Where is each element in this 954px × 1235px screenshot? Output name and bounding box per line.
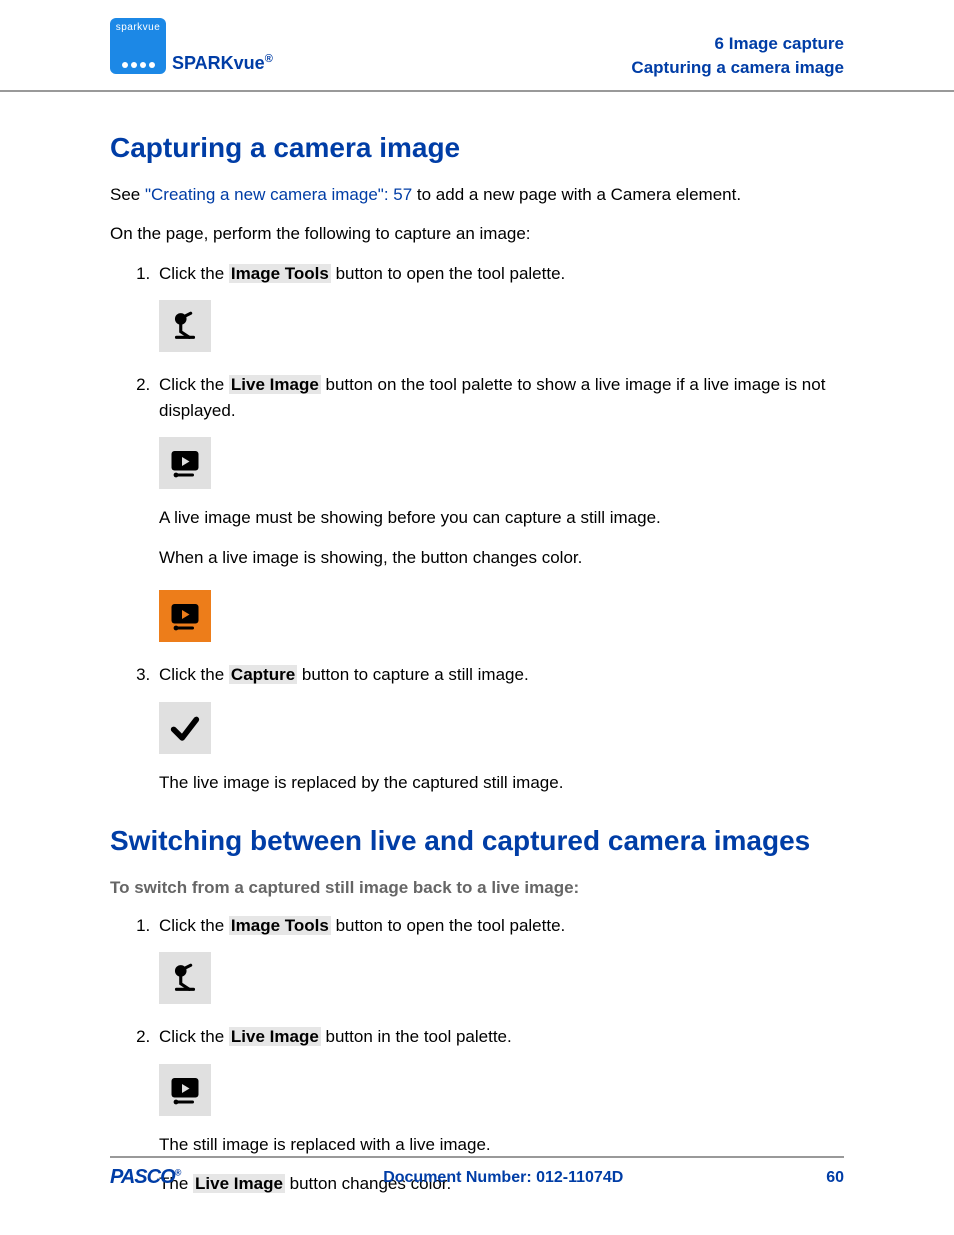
image-tools-label: Image Tools <box>229 264 331 283</box>
text: Click the <box>159 264 229 283</box>
section1-intro: See "Creating a new camera image": 57 to… <box>110 182 844 208</box>
document-page: sparkvue SPARKvue® 6 Image capture Captu… <box>0 0 954 1235</box>
step-3: Click the Capture button to capture a st… <box>155 662 844 795</box>
logo-text: sparkvue <box>110 22 166 33</box>
text: button to open the tool palette. <box>331 264 565 283</box>
text: See <box>110 185 145 204</box>
section1-title: Capturing a camera image <box>110 132 844 164</box>
section2-sub: To switch from a captured still image ba… <box>110 875 844 901</box>
step3-note: The live image is replaced by the captur… <box>159 770 844 796</box>
step2-note1: The still image is replaced with a live … <box>159 1132 844 1158</box>
document-number: Document Number: 012-11074D <box>383 1169 623 1187</box>
live-image-active-icon <box>159 590 211 642</box>
registered-mark: ® <box>265 53 273 65</box>
page-header: sparkvue SPARKvue® 6 Image capture Captu… <box>0 0 954 92</box>
product-name-text: SPARKvue <box>172 53 265 73</box>
text: button in the tool palette. <box>321 1027 512 1046</box>
header-left: sparkvue SPARKvue® <box>110 18 273 74</box>
sparkvue-logo: sparkvue <box>110 18 166 74</box>
section1-intro2: On the page, perform the following to ca… <box>110 221 844 247</box>
live-image-label: Live Image <box>229 1027 321 1046</box>
page-number: 60 <box>826 1169 844 1187</box>
text: Click the <box>159 665 229 684</box>
image-tools-icon <box>159 952 211 1004</box>
text: to add a new page with a Camera element. <box>412 185 741 204</box>
product-name: SPARKvue® <box>172 53 273 74</box>
registered-mark: ® <box>175 1167 181 1177</box>
step-1: Click the Image Tools button to open the… <box>155 913 844 1015</box>
image-tools-label: Image Tools <box>229 916 331 935</box>
live-image-icon <box>159 1064 211 1116</box>
step-2: Click the Live Image button on the tool … <box>155 372 844 652</box>
header-right: 6 Image capture Capturing a camera image <box>631 18 844 80</box>
logo-dots-icon <box>110 62 166 68</box>
section1-steps: Click the Image Tools button to open the… <box>110 261 844 796</box>
text: button to open the tool palette. <box>331 916 565 935</box>
live-image-icon <box>159 437 211 489</box>
page-footer: PASCO® Document Number: 012-11074D 60 <box>110 1156 844 1189</box>
live-image-label: Live Image <box>229 375 321 394</box>
text: Click the <box>159 1027 229 1046</box>
text: Click the <box>159 916 229 935</box>
text: button to capture a still image. <box>297 665 529 684</box>
brand-text: PASCO <box>110 1166 175 1188</box>
chapter-line: 6 Image capture <box>631 32 844 56</box>
step2-note2: When a live image is showing, the button… <box>159 545 844 571</box>
capture-label: Capture <box>229 665 297 684</box>
capture-check-icon <box>159 702 211 754</box>
cross-reference-link[interactable]: "Creating a new camera image": 57 <box>145 185 412 204</box>
step-1: Click the Image Tools button to open the… <box>155 261 844 363</box>
section2-title: Switching between live and captured came… <box>110 825 844 857</box>
image-tools-icon <box>159 300 211 352</box>
page-content: Capturing a camera image See "Creating a… <box>0 92 954 1197</box>
topic-line: Capturing a camera image <box>631 56 844 80</box>
pasco-logo: PASCO® <box>110 1166 180 1189</box>
section2-steps: Click the Image Tools button to open the… <box>110 913 844 1197</box>
text: Click the <box>159 375 229 394</box>
step2-note1: A live image must be showing before you … <box>159 505 844 531</box>
